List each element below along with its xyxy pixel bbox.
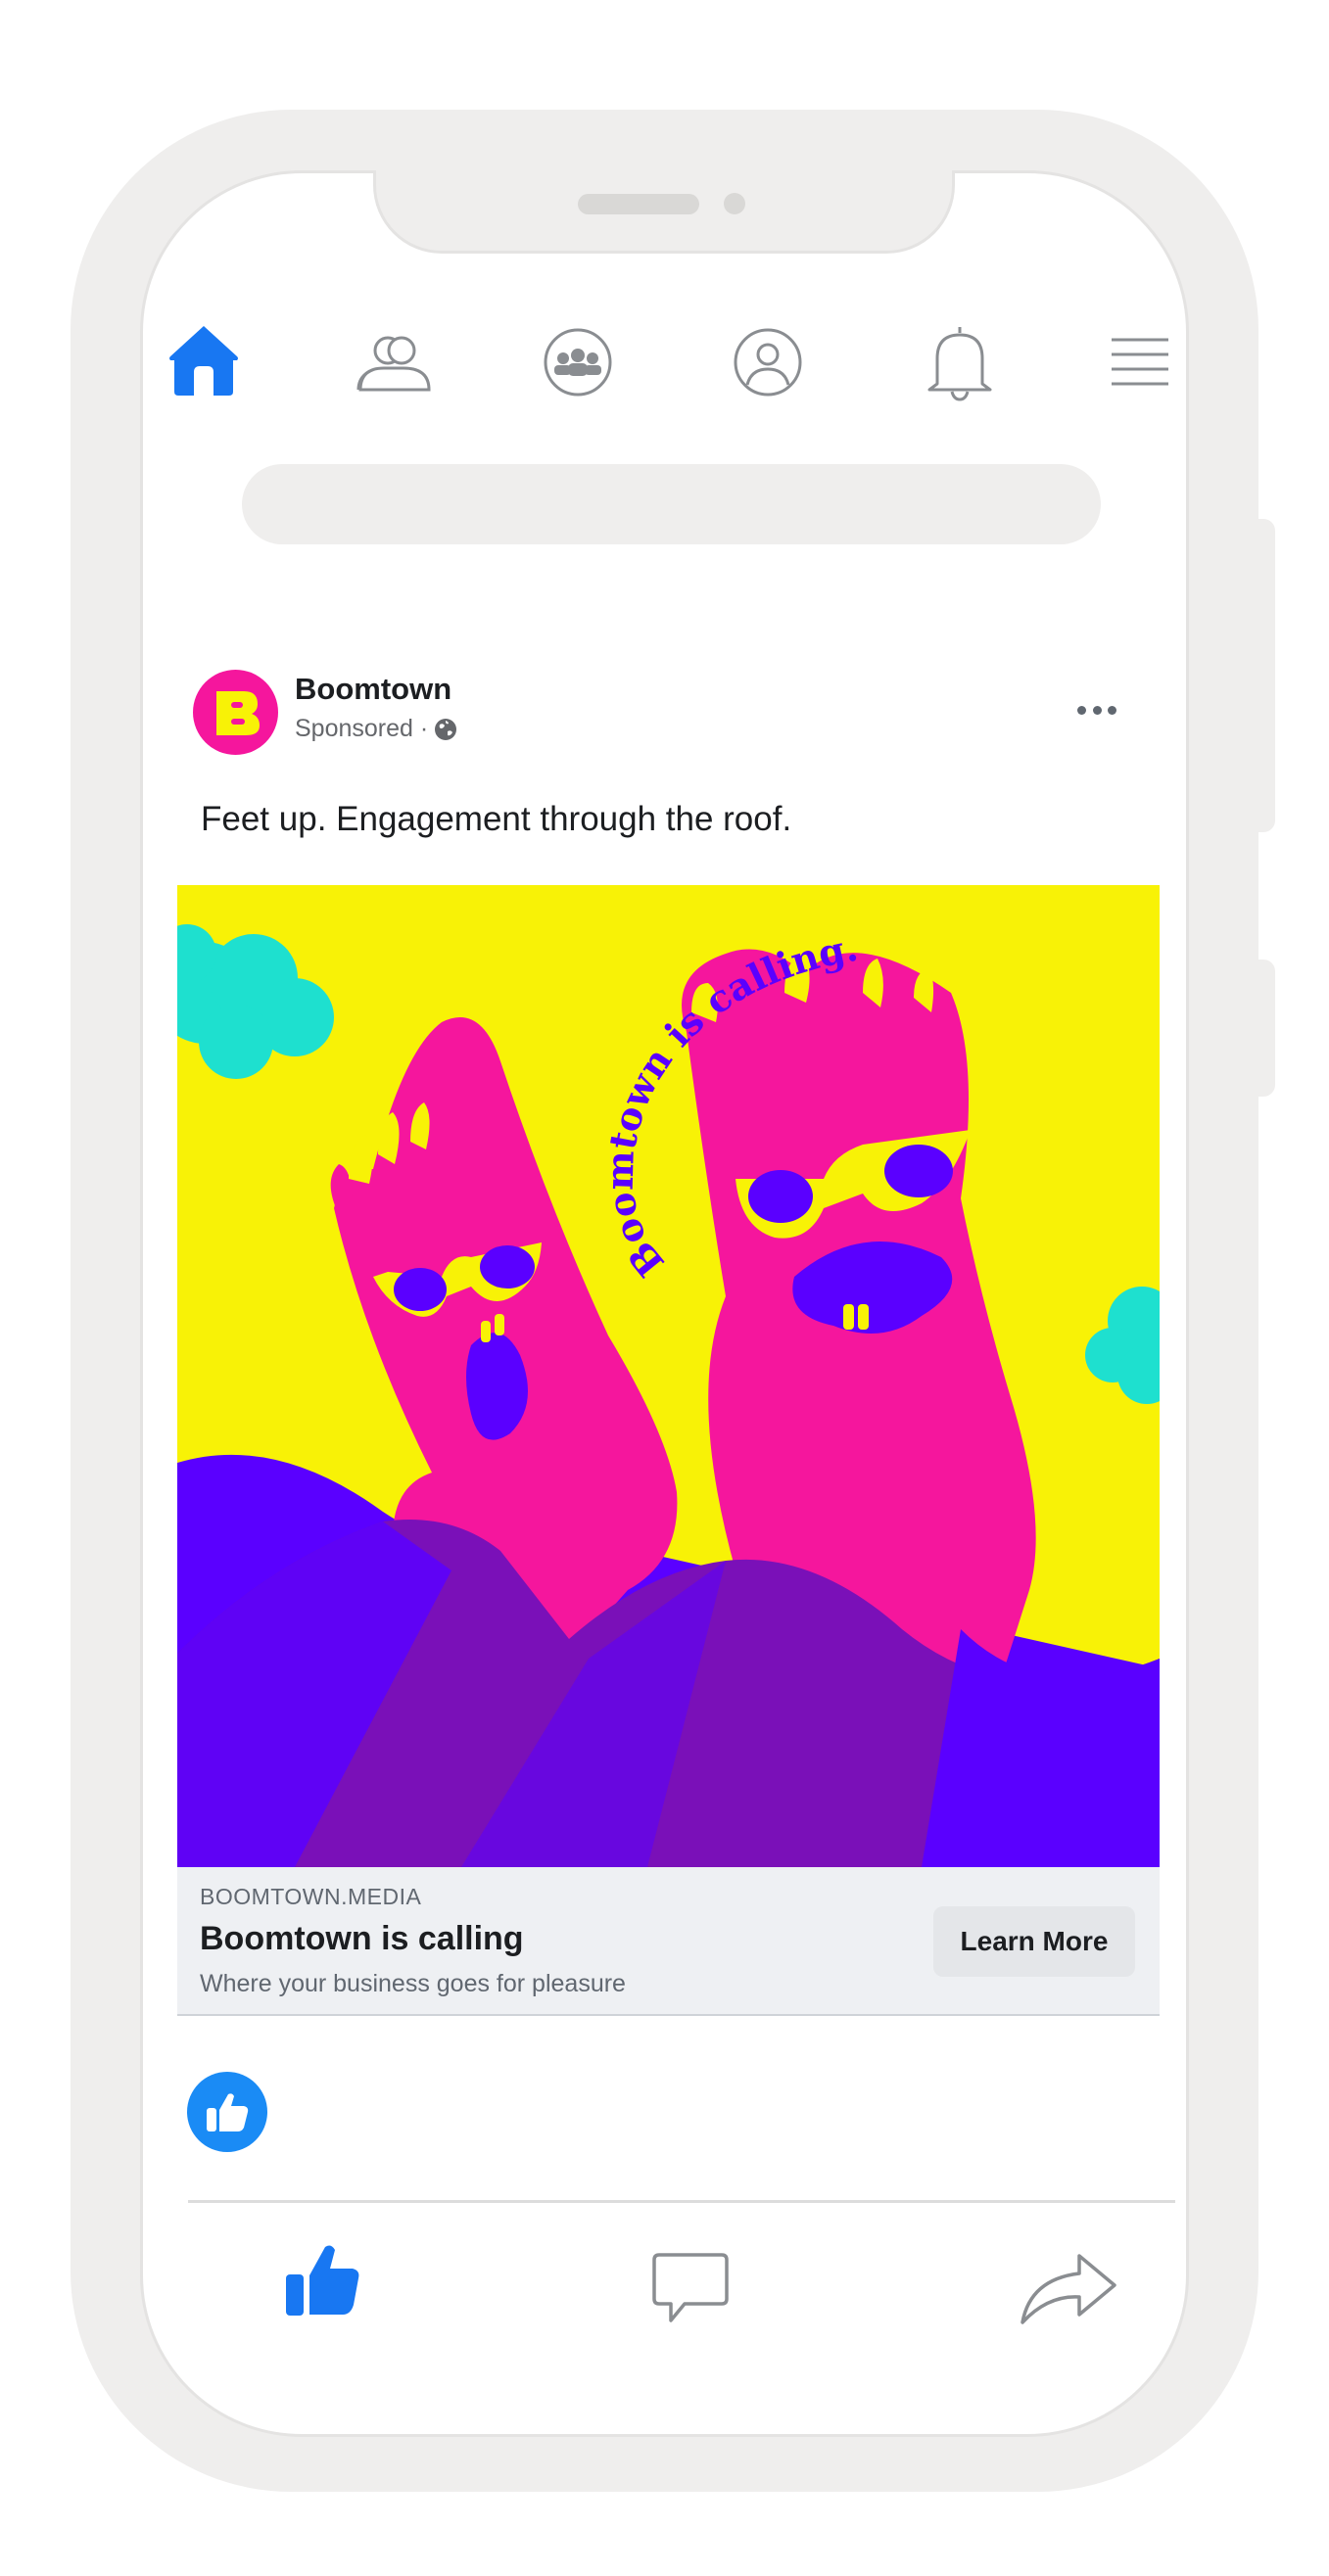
page-name[interactable]: Boomtown: [295, 672, 451, 707]
more-options-button[interactable]: [1077, 703, 1116, 717]
dot: [1077, 705, 1086, 715]
side-button: [1254, 519, 1275, 832]
profile-icon[interactable]: [732, 326, 804, 398]
link-headline[interactable]: Boomtown is calling: [200, 1920, 524, 1958]
boomtown-logo-icon: [216, 691, 260, 735]
like-icon[interactable]: [284, 2242, 362, 2318]
menu-icon[interactable]: [1110, 337, 1170, 386]
friends-icon[interactable]: [355, 333, 435, 396]
front-camera: [724, 193, 745, 214]
home-icon[interactable]: [166, 321, 241, 399]
bell-icon[interactable]: [924, 323, 996, 403]
comment-icon[interactable]: [651, 2252, 730, 2325]
ad-image[interactable]: Boomtown is calling.: [177, 885, 1160, 1867]
globe-icon: [435, 718, 457, 740]
sponsored-text: Sponsored ·: [295, 715, 429, 742]
sponsored-label: Sponsored ·: [295, 715, 457, 743]
thumbs-up-icon: [207, 2093, 249, 2131]
like-reaction-badge[interactable]: [187, 2072, 267, 2152]
side-button: [1254, 960, 1275, 1097]
share-icon[interactable]: [1019, 2252, 1118, 2328]
action-divider: [188, 2200, 1175, 2203]
dot: [1108, 705, 1116, 715]
link-preview[interactable]: BOOMTOWN.MEDIA Boomtown is calling Where…: [177, 1867, 1160, 2016]
learn-more-button[interactable]: Learn More: [933, 1906, 1135, 1977]
avatar[interactable]: [193, 670, 278, 755]
speaker: [578, 194, 699, 214]
post-text: Feet up. Engagement through the roof.: [201, 800, 792, 838]
search-bar[interactable]: [242, 464, 1101, 544]
groups-icon[interactable]: [542, 326, 614, 398]
link-description: Where your business goes for pleasure: [200, 1970, 626, 1997]
dot: [1092, 705, 1102, 715]
link-domain: BOOMTOWN.MEDIA: [200, 1884, 422, 1909]
